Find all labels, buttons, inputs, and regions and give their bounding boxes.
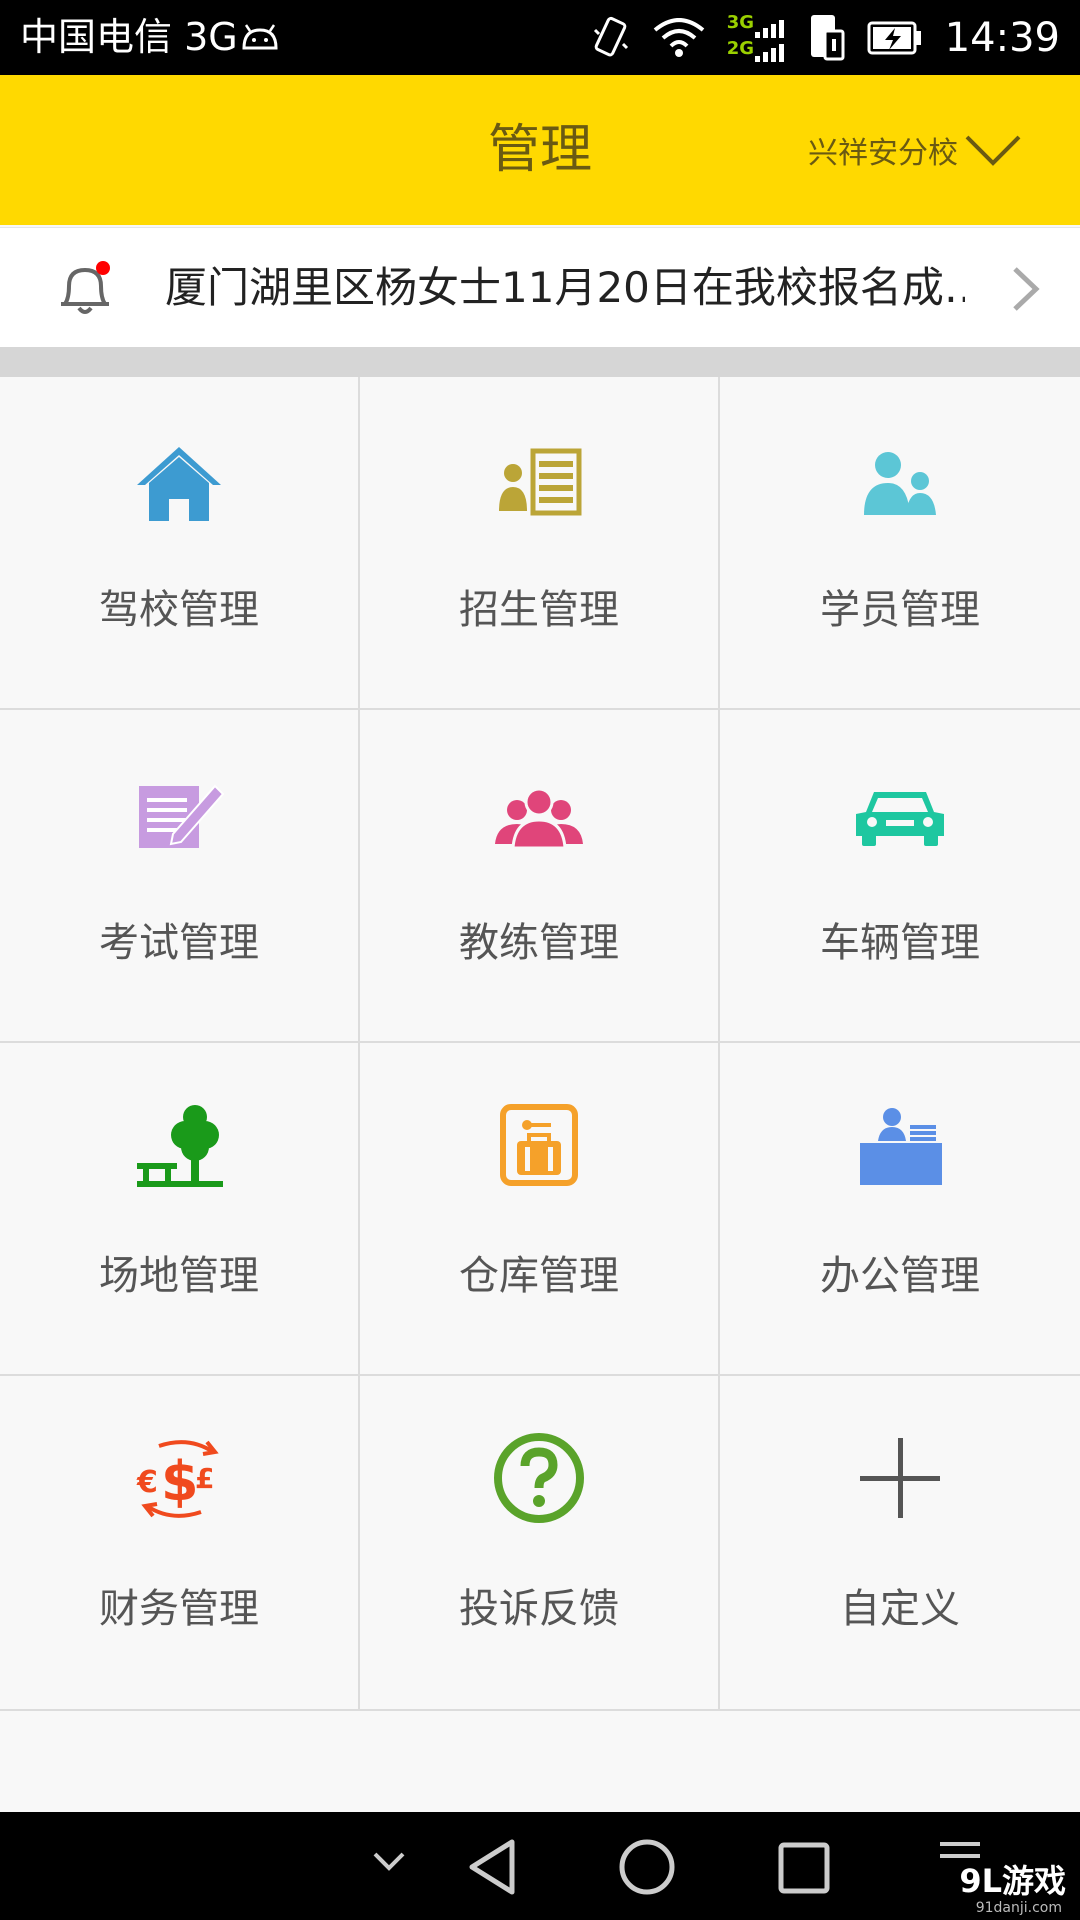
notice-bar[interactable]: 厦门湖里区杨女士11月20日在我校报名成… xyxy=(0,227,1080,348)
vibrate-icon xyxy=(593,16,628,56)
warehouse-icon xyxy=(500,1104,578,1186)
grid-item-vehicle[interactable]: 车辆管理 xyxy=(720,710,1080,1043)
question-icon xyxy=(494,1433,584,1523)
grid-item-field[interactable]: 场地管理 xyxy=(0,1043,360,1376)
signal-indicator: 3G 2G xyxy=(727,10,787,66)
section-divider xyxy=(0,347,1080,377)
sim-icon xyxy=(810,14,845,60)
system-nav-bar: 9L游戏 91danji.com xyxy=(0,1812,1080,1920)
grid-item-students[interactable]: 学员管理 xyxy=(720,377,1080,710)
grid-item-label: 仓库管理 xyxy=(459,1253,619,1299)
bell-icon xyxy=(61,261,110,314)
car-icon xyxy=(856,792,944,846)
network-2g-label: 2G xyxy=(726,37,755,59)
grid-item-office[interactable]: 办公管理 xyxy=(720,1043,1080,1376)
watermark-logo: 9L游戏 xyxy=(959,1862,1066,1900)
management-grid: 驾校管理 招生管理 学员管理 考试管理 教练管理 车辆管理 场地管理 仓库管理 … xyxy=(0,377,1080,1711)
network-3g-label: 3G xyxy=(726,11,755,33)
school-selector[interactable]: 兴祥安分校 xyxy=(808,75,1022,225)
app-header: 管理 兴祥安分校 xyxy=(0,75,1080,225)
signal-bars-icon xyxy=(754,19,784,62)
exam-pen-icon xyxy=(139,784,225,848)
grid-item-enroll[interactable]: 招生管理 xyxy=(360,377,720,710)
status-bar: 中国电信 3G 3G 2G 14:39 xyxy=(0,0,1080,75)
grid-item-custom[interactable]: 自定义 xyxy=(720,1376,1080,1709)
wifi-icon xyxy=(653,17,704,57)
watermark-site: 91danji.com xyxy=(975,1900,1062,1916)
carrier-label: 中国电信 3G xyxy=(20,15,238,59)
recents-button[interactable] xyxy=(778,1842,830,1894)
grid-item-school[interactable]: 驾校管理 xyxy=(0,377,360,710)
grid-item-label: 驾校管理 xyxy=(99,587,259,633)
unread-dot xyxy=(96,261,110,275)
chevron-right-icon xyxy=(1013,267,1040,311)
battery-charging-icon xyxy=(867,21,921,54)
grid-item-finance[interactable]: € $ £ 财务管理 xyxy=(0,1376,360,1709)
school-name: 兴祥安分校 xyxy=(808,136,958,171)
grid-item-coach[interactable]: 教练管理 xyxy=(360,710,720,1043)
hide-nav-button[interactable] xyxy=(372,1850,406,1872)
enroll-list-icon xyxy=(499,448,582,516)
plus-icon xyxy=(860,1438,940,1518)
home-button[interactable] xyxy=(618,1838,676,1896)
svg-text:$: $ xyxy=(161,1450,199,1513)
office-desk-icon xyxy=(860,1108,942,1185)
notice-text: 厦门湖里区杨女士11月20日在我校报名成… xyxy=(165,263,965,312)
android-icon xyxy=(242,24,278,50)
chevron-down-icon xyxy=(965,135,1021,166)
currency-icon: € $ £ xyxy=(136,1440,219,1518)
students-icon xyxy=(864,452,936,515)
back-button[interactable] xyxy=(466,1838,518,1896)
clock: 14:39 xyxy=(944,14,1060,61)
grid-item-feedback[interactable]: 投诉反馈 xyxy=(360,1376,720,1709)
svg-text:€: € xyxy=(136,1465,158,1500)
tree-field-icon xyxy=(137,1105,223,1187)
svg-text:£: £ xyxy=(195,1462,214,1495)
grid-item-label: 考试管理 xyxy=(99,920,259,966)
grid-item-label: 自定义 xyxy=(840,1586,960,1632)
grid-item-label: 财务管理 xyxy=(99,1586,259,1632)
grid-item-label: 学员管理 xyxy=(820,587,980,633)
grid-item-label: 教练管理 xyxy=(459,920,619,966)
grid-item-exam[interactable]: 考试管理 xyxy=(0,710,360,1043)
grid-item-label: 场地管理 xyxy=(99,1253,259,1299)
grid-item-label: 招生管理 xyxy=(459,587,619,633)
coaches-icon xyxy=(495,787,583,850)
grid-item-label: 车辆管理 xyxy=(820,920,980,966)
grid-item-warehouse[interactable]: 仓库管理 xyxy=(360,1043,720,1376)
house-icon xyxy=(137,447,221,521)
grid-item-label: 投诉反馈 xyxy=(459,1586,619,1632)
grid-item-label: 办公管理 xyxy=(820,1253,980,1299)
